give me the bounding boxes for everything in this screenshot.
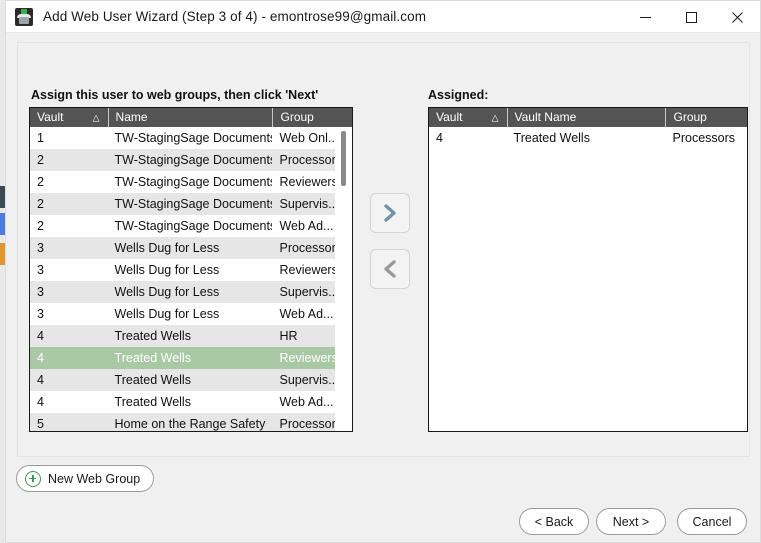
table-row[interactable]: 4 Treated Wells Processors [429, 127, 747, 149]
assigned-groups-header: Vault △ Vault Name Group [429, 108, 747, 127]
cell-name: Treated Wells [114, 329, 191, 343]
cell-name: TW-StagingSage Documents Test [114, 219, 273, 233]
cell-group: Processors [672, 131, 736, 145]
cell-vault: 5 [37, 417, 44, 431]
maximize-icon[interactable] [668, 1, 714, 33]
cell-vault: 2 [37, 197, 44, 211]
window-controls [622, 1, 760, 33]
vault-icon [15, 7, 33, 26]
sort-ascending-icon: △ [491, 112, 499, 122]
screen: Add Web User Wizard (Step 3 of 4) - emon… [0, 0, 761, 543]
cell-name: TW-StagingSage Documents [114, 131, 273, 145]
column-header-assigned-vault[interactable]: Vault △ [429, 108, 507, 127]
table-row[interactable]: 1 TW-StagingSage Documents Web Onl... [30, 127, 352, 149]
table-row[interactable]: 4 Treated Wells HR [30, 325, 352, 347]
column-header-assigned-group[interactable]: Group [665, 108, 747, 127]
table-row[interactable]: 2TW-StagingSage Documents TestProcessors [30, 149, 352, 171]
back-button[interactable]: < Back [519, 508, 589, 535]
table-row[interactable]: 4 Treated Wells Reviewers [30, 347, 352, 369]
cell-name: Treated Wells [513, 131, 590, 145]
sort-ascending-icon: △ [92, 112, 100, 122]
cell-vault: 1 [37, 131, 44, 145]
cell-name: Treated Wells [114, 373, 191, 387]
table-row[interactable]: 3 Wells Dug for Less Reviewers [30, 259, 352, 281]
chevron-left-icon [382, 259, 399, 279]
available-groups-header: Vault △ Name Group [30, 108, 352, 127]
chevron-right-icon [382, 203, 399, 223]
next-button[interactable]: Next > [596, 508, 666, 535]
right-list-label: Assigned: [428, 88, 489, 102]
background-window-marker-dark [0, 186, 5, 208]
title-bar[interactable]: Add Web User Wizard (Step 3 of 4) - emon… [6, 1, 760, 33]
cell-vault: 4 [37, 395, 44, 409]
assign-group-button[interactable] [370, 193, 410, 233]
left-list-label: Assign this user to web groups, then cli… [31, 88, 319, 102]
plus-circle-icon [25, 470, 41, 487]
assigned-groups-rows: 4 Treated Wells Processors [429, 127, 747, 149]
cell-vault: 3 [37, 263, 44, 277]
available-groups-scrollbar[interactable] [335, 127, 352, 431]
table-row[interactable]: 4 Treated Wells Web Ad... [30, 391, 352, 413]
cell-vault: 2 [37, 219, 44, 233]
new-web-group-label: New Web Group [48, 471, 141, 486]
wizard-window: Add Web User Wizard (Step 3 of 4) - emon… [6, 0, 761, 543]
column-header-assigned-vault-name[interactable]: Vault Name [506, 108, 666, 127]
cancel-button[interactable]: Cancel [677, 508, 747, 535]
cell-name: Home on the Range Safety [114, 417, 266, 431]
new-web-group-button[interactable]: New Web Group [16, 465, 155, 492]
table-row[interactable]: 5 Home on the Range Safety Processors [30, 413, 352, 431]
cell-name: Wells Dug for Less [114, 285, 220, 299]
background-window-marker-blue [0, 213, 5, 235]
table-row[interactable]: 4 Treated Wells Supervis... [30, 369, 352, 391]
scrollbar-thumb[interactable] [341, 131, 346, 186]
cell-vault: 2 [37, 153, 44, 167]
available-groups-rows: 1 TW-StagingSage Documents Web Onl... 2 TW-S… [30, 127, 352, 431]
minimize-icon[interactable] [622, 1, 668, 33]
table-row[interactable]: 2TW-StagingSage Documents TestReviewers [30, 171, 352, 193]
table-row[interactable]: 2TW-StagingSage Documents TestWeb Ad... [30, 215, 352, 237]
column-header-vault-label: Vault [37, 110, 64, 124]
cell-vault: 3 [37, 307, 44, 321]
cell-vault: 4 [37, 329, 44, 343]
assigned-groups-list[interactable]: Vault △ Vault Name Group 4 Treated Wells P… [428, 107, 748, 432]
available-groups-list[interactable]: Vault △ Name Group 1 TW-StagingSage Docum… [29, 107, 353, 432]
wizard-content-panel: Assign this user to web groups, then cli… [17, 42, 750, 457]
cell-vault: 3 [37, 241, 44, 255]
cell-vault: 4 [37, 351, 44, 365]
column-header-group[interactable]: Group [272, 108, 352, 127]
cell-vault: 4 [436, 131, 443, 145]
cell-name: Treated Wells [114, 351, 191, 365]
column-header-assigned-vault-label: Vault [436, 110, 463, 124]
cell-name: Wells Dug for Less [114, 241, 220, 255]
table-row[interactable]: 3 Wells Dug for Less Supervis... [30, 281, 352, 303]
column-header-name[interactable]: Name [107, 108, 273, 127]
cell-name: TW-StagingSage Documents Test [114, 197, 273, 211]
background-window-marker-orange [0, 243, 5, 265]
table-row[interactable]: 2TW-StagingSage Documents TestSupervis..… [30, 193, 352, 215]
column-header-vault[interactable]: Vault △ [30, 108, 108, 127]
cell-vault: 2 [37, 175, 44, 189]
cell-vault: 3 [37, 285, 44, 299]
table-row[interactable]: 3 Wells Dug for Less Web Ad... [30, 303, 352, 325]
cell-name: TW-StagingSage Documents Test [114, 175, 273, 189]
close-icon[interactable] [714, 1, 760, 33]
cell-name: TW-StagingSage Documents Test [114, 153, 273, 167]
table-row[interactable]: 3 Wells Dug for Less Processors [30, 237, 352, 259]
cell-name: Wells Dug for Less [114, 263, 220, 277]
window-title: Add Web User Wizard (Step 3 of 4) - emon… [43, 9, 427, 24]
cell-vault: 4 [37, 373, 44, 387]
cell-name: Wells Dug for Less [114, 307, 220, 321]
unassign-group-button[interactable] [370, 249, 410, 289]
cell-name: Treated Wells [114, 395, 191, 409]
